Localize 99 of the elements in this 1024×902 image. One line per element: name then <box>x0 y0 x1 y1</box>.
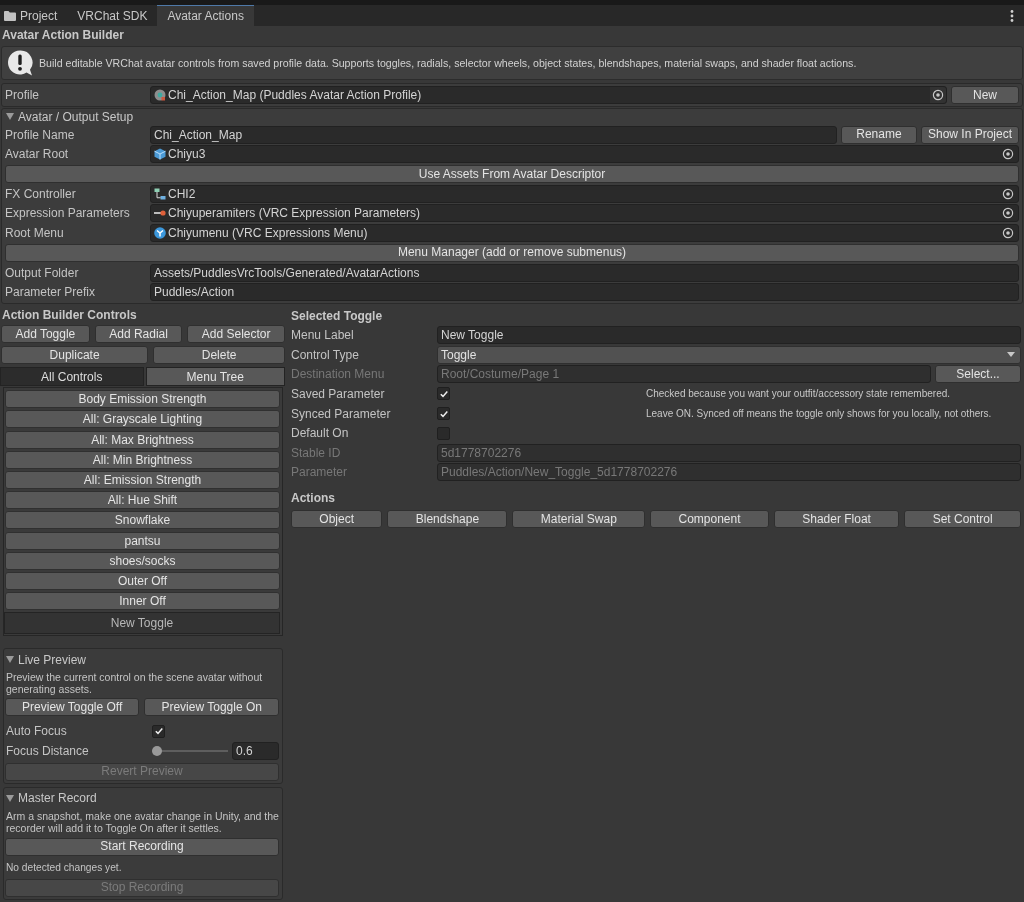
toolbar-button[interactable]: Add Radial <box>94 325 183 344</box>
field-label: Parameter Prefix <box>5 285 97 300</box>
object-field[interactable]: Chi_Action_Map (Puddles Avatar Action Profile) <box>150 86 947 104</box>
field-label: Auto Focus <box>6 724 68 739</box>
new-button[interactable]: New <box>951 86 1019 104</box>
field-label: Control Type <box>291 347 360 362</box>
control-list-item[interactable]: Inner Off <box>5 592 280 611</box>
field-label: Parameter <box>291 465 349 480</box>
object-field[interactable]: Chiyumenu (VRC Expressions Menu) <box>150 224 1019 243</box>
action-button[interactable]: Object <box>291 510 383 529</box>
control-list-item[interactable]: shoes/socks <box>5 551 280 570</box>
hint-text: Checked because you want your outfit/accessory state remembered. <box>646 388 951 400</box>
checkmark-icon <box>438 388 449 399</box>
node-graph-icon <box>154 187 166 200</box>
toolbar-button[interactable]: Add Selector <box>187 325 285 344</box>
round-asset-icon <box>154 89 166 101</box>
section-heading: Action Builder Controls <box>1 308 138 323</box>
view-tab[interactable]: Menu Tree <box>145 367 285 387</box>
description-text: Preview the current control on the scene avatar without generating assets. <box>5 671 264 696</box>
control-list-item[interactable]: All: Min Brightness <box>5 450 280 469</box>
field-label: Synced Parameter <box>291 406 392 421</box>
target-icon[interactable] <box>1002 187 1014 200</box>
text-field[interactable]: Chi_Action_Map <box>150 125 837 144</box>
toolbar-button[interactable]: Add Toggle <box>1 325 90 344</box>
window-tab[interactable]: Project <box>0 5 68 26</box>
field-label: Saved Parameter <box>291 386 386 401</box>
control-list-item[interactable]: All: Max Brightness <box>5 430 280 449</box>
text-field[interactable]: Assets/PuddlesVrcTools/Generated/AvatarActions <box>150 263 1019 282</box>
foldout-header[interactable]: Live Preview <box>5 652 279 668</box>
field-label: Expression Parameters <box>5 206 131 221</box>
text-field[interactable]: Puddles/Action <box>150 283 1019 302</box>
object-field[interactable]: Chiyuperamiters (VRC Expression Parameters) <box>150 204 1019 223</box>
field-label: Profile <box>5 88 40 102</box>
checkbox[interactable] <box>437 407 450 421</box>
preview-button[interactable]: Preview Toggle Off <box>5 698 140 717</box>
object-field[interactable]: Chiyu3 <box>150 145 1019 164</box>
control-list-item[interactable]: pantsu <box>5 531 280 550</box>
checkbox[interactable] <box>152 724 165 738</box>
slider-thumb[interactable] <box>152 745 162 756</box>
help-text: Build editable VRChat avatar controls from saved profile data. Supports toggles, radials, selector wheels, object states, blendshapes, material swaps, and shader float actions. <box>39 57 857 69</box>
field-label: Destination Menu <box>291 367 386 382</box>
record-button[interactable]: Start Recording <box>5 837 279 856</box>
field-label: FX Controller <box>5 186 77 201</box>
caret-icon <box>1007 352 1015 358</box>
control-list-item[interactable]: Snowflake <box>5 511 280 530</box>
target-icon[interactable] <box>1002 148 1014 161</box>
status-text: No detected changes yet. <box>5 861 123 874</box>
round-emblem-icon <box>154 227 166 240</box>
section-heading: Selected Toggle <box>291 309 384 324</box>
control-list-item[interactable]: Outer Off <box>5 571 280 590</box>
number-field[interactable]: 0.6 <box>232 741 279 760</box>
checkbox[interactable] <box>437 426 450 440</box>
foldout-header[interactable]: Master Record <box>5 790 279 806</box>
control-list-item[interactable]: All: Emission Strength <box>5 470 280 489</box>
target-icon[interactable] <box>1002 227 1014 240</box>
cube-icon <box>154 148 166 161</box>
control-list-item[interactable]: New Toggle <box>4 612 280 635</box>
window-heading: Avatar Action Builder <box>1 28 125 42</box>
text-field[interactable]: New Toggle <box>437 326 1021 345</box>
wide-button[interactable]: Use Assets From Avatar Descriptor <box>5 165 1019 184</box>
description-text: Arm a snapshot, make one avatar change in Unity, and the recorder will add it to Toggle On after it settles. <box>5 809 279 834</box>
control-list-item[interactable]: Body Emission Strength <box>5 390 280 409</box>
checkbox[interactable] <box>437 387 450 401</box>
action-button[interactable]: Material Swap <box>512 510 646 529</box>
field-label: Output Folder <box>5 265 80 280</box>
field-label: Default On <box>291 426 350 441</box>
action-button[interactable]: Blendshape <box>387 510 508 529</box>
field-label: Focus Distance <box>6 743 90 758</box>
action-button[interactable]: Shader Float <box>773 510 900 529</box>
field-label: Menu Label <box>291 328 355 343</box>
toolbar-button[interactable]: Duplicate <box>1 346 149 365</box>
row-button[interactable]: Rename <box>840 125 917 144</box>
more-options-icon[interactable] <box>1010 9 1014 22</box>
control-list-item[interactable]: All: Hue Shift <box>5 491 280 510</box>
window-tab[interactable]: Avatar Actions <box>157 5 254 26</box>
object-field[interactable]: CHI2 <box>150 184 1019 203</box>
control-list-item[interactable]: All: Grayscale Lighting <box>5 410 280 429</box>
action-button[interactable]: Component <box>650 510 769 529</box>
checkmark-icon <box>153 726 164 737</box>
hint-text: Leave ON. Synced off means the toggle only shows for you locally, not others. <box>646 408 992 420</box>
target-icon[interactable] <box>1002 207 1014 220</box>
field-label: Stable ID <box>291 445 342 460</box>
preview-button[interactable]: Preview Toggle On <box>144 698 279 717</box>
action-button[interactable]: Set Control <box>904 510 1022 529</box>
field-label: Profile Name <box>5 127 76 142</box>
field-label: Root Menu <box>5 226 65 241</box>
field-label: Avatar Root <box>5 147 70 162</box>
toolbar-button[interactable]: Delete <box>153 346 285 365</box>
checkmark-icon <box>438 408 449 419</box>
section-heading: Actions <box>291 491 336 506</box>
alert-bubble-icon <box>7 50 33 76</box>
window-tab[interactable]: VRChat SDK <box>67 5 158 26</box>
folder-icon <box>4 10 16 21</box>
wide-button[interactable]: Menu Manager (add or remove submenus) <box>5 243 1019 262</box>
target-icon[interactable] <box>930 87 946 103</box>
view-tab[interactable]: All Controls <box>0 367 144 387</box>
foldout-header[interactable]: Avatar / Output Setup <box>5 109 1019 124</box>
row-button[interactable]: Show In Project <box>920 125 1019 144</box>
dropdown[interactable]: Toggle <box>437 345 1021 364</box>
